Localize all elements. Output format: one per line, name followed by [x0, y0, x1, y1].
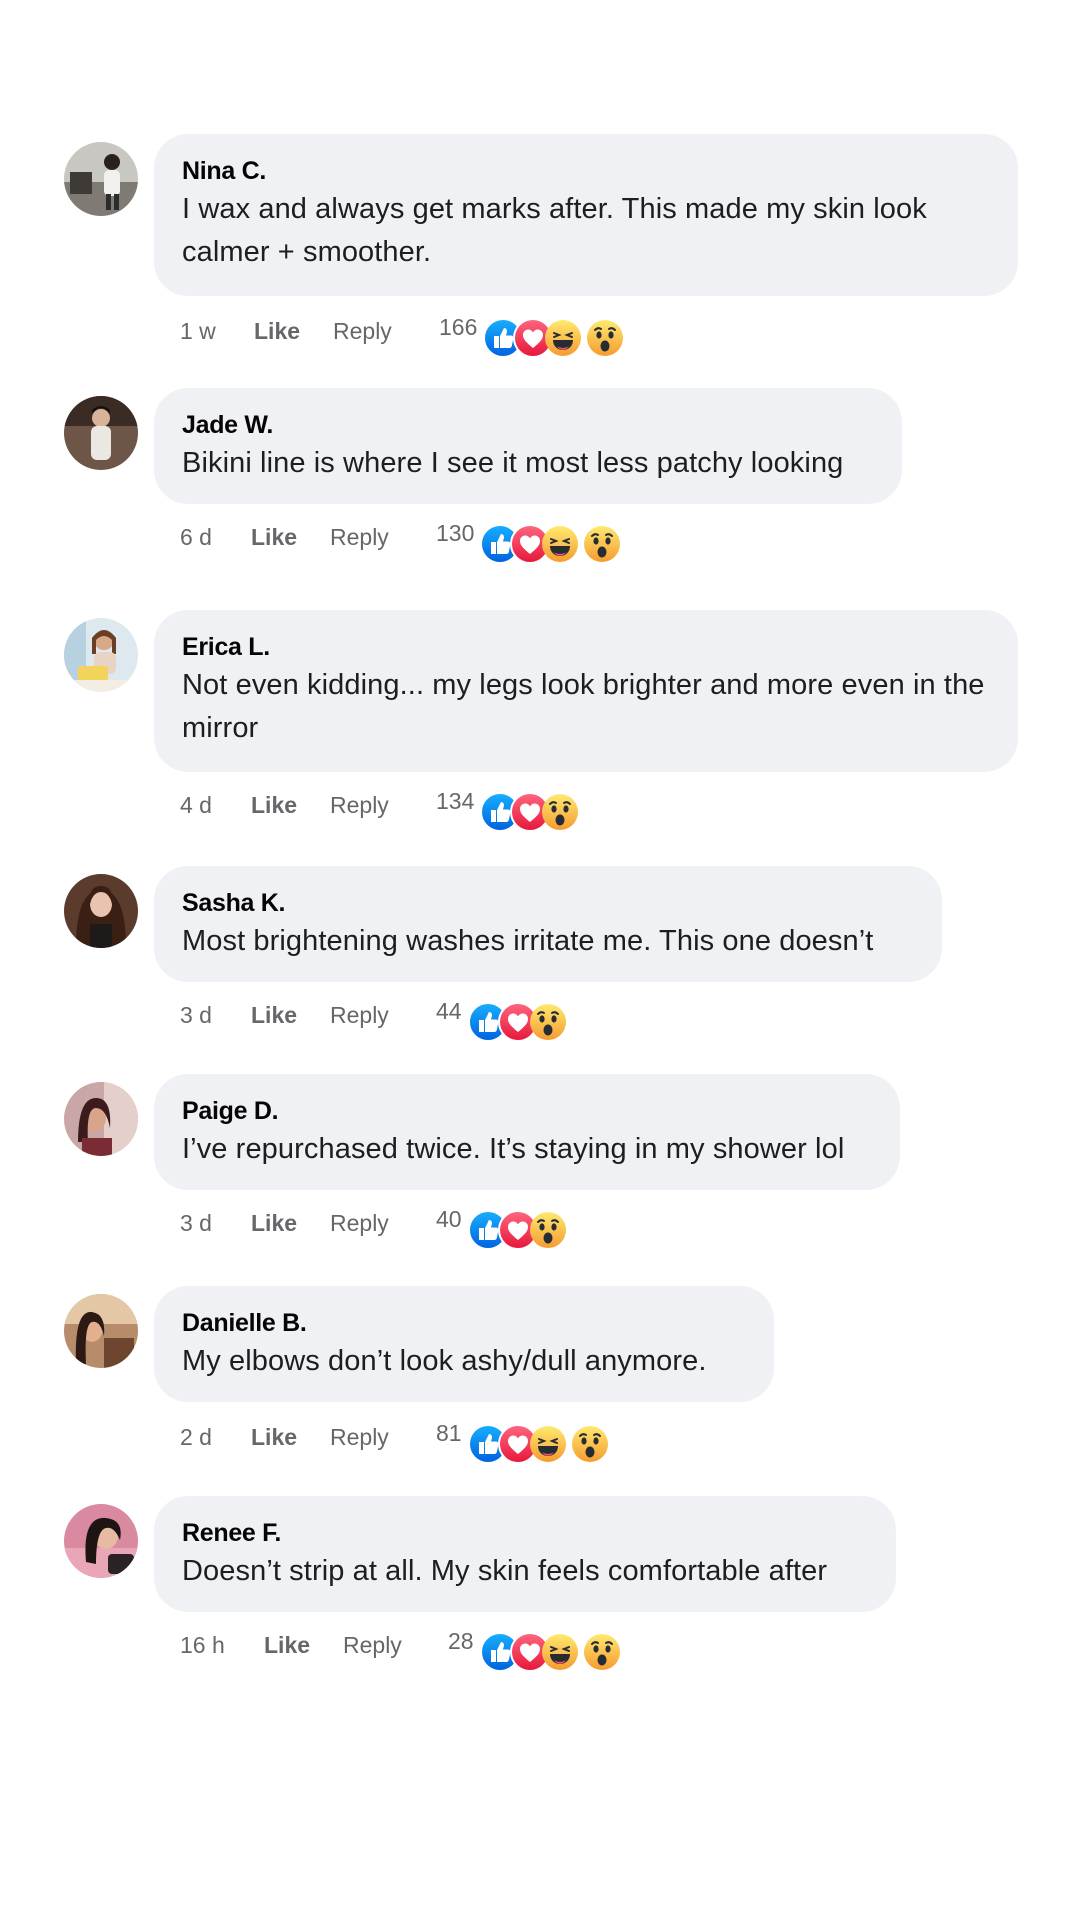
reaction-summary[interactable]: 166 — [439, 310, 639, 358]
comment-bubble: Renee F. Doesn’t strip at all. My skin f… — [154, 1496, 896, 1612]
comment-author[interactable]: Sasha K. — [182, 888, 912, 918]
comment-timestamp[interactable]: 1 w — [180, 318, 216, 345]
comment-text: Doesn’t strip at all. My skin feels comf… — [182, 1555, 828, 1587]
reply-link[interactable]: Reply — [330, 792, 389, 819]
comment-list: Nina C. I wax and always get marks after… — [0, 0, 1080, 1920]
wow-icon — [540, 792, 580, 832]
comment-actions: 6 d Like Reply 130 — [180, 516, 640, 564]
comment-text: I’ve repurchased twice. It’s staying in … — [182, 1133, 845, 1165]
comment-actions: 16 h Like Reply 28 — [180, 1624, 650, 1672]
reaction-summary[interactable]: 28 — [448, 1624, 648, 1672]
like-link[interactable]: Like — [251, 524, 297, 551]
wow-icon — [570, 1424, 610, 1464]
haha-icon — [543, 318, 583, 358]
comment-timestamp[interactable]: 3 d — [180, 1002, 212, 1029]
comment-author[interactable]: Renee F. — [182, 1518, 866, 1548]
comment-author[interactable]: Nina C. — [182, 156, 988, 186]
comment-actions: 4 d Like Reply 134 — [180, 784, 600, 832]
avatar[interactable] — [64, 618, 138, 692]
comment-bubble: Sasha K. Most brightening washes irritat… — [154, 866, 942, 982]
like-link[interactable]: Like — [251, 1424, 297, 1451]
comment-timestamp[interactable]: 2 d — [180, 1424, 212, 1451]
wow-icon — [528, 1002, 568, 1042]
wow-icon — [585, 318, 625, 358]
reaction-count: 44 — [436, 998, 462, 1024]
comment-text: Most brightening washes irritate me. Thi… — [182, 925, 874, 957]
comment-text: Not even kidding... my legs look brighte… — [182, 669, 985, 744]
wow-icon — [528, 1210, 568, 1250]
like-link[interactable]: Like — [264, 1632, 310, 1659]
comment-bubble: Paige D. I’ve repurchased twice. It’s st… — [154, 1074, 900, 1190]
like-link[interactable]: Like — [251, 792, 297, 819]
reaction-count: 40 — [436, 1206, 462, 1232]
comment-text: My elbows don’t look ashy/dull anymore. — [182, 1345, 707, 1377]
haha-icon — [540, 524, 580, 564]
reaction-count: 166 — [439, 314, 478, 340]
like-link[interactable]: Like — [254, 318, 300, 345]
comment-bubble: Erica L. Not even kidding... my legs loo… — [154, 610, 1018, 772]
comment-bubble: Danielle B. My elbows don’t look ashy/du… — [154, 1286, 774, 1402]
comment-timestamp[interactable]: 16 h — [180, 1632, 225, 1659]
haha-icon — [528, 1424, 568, 1464]
reply-link[interactable]: Reply — [333, 318, 392, 345]
comment-author[interactable]: Jade W. — [182, 410, 872, 440]
comment-actions: 1 w Like Reply 166 — [180, 310, 640, 358]
comment-timestamp[interactable]: 6 d — [180, 524, 212, 551]
comment-timestamp[interactable]: 4 d — [180, 792, 212, 819]
avatar[interactable] — [64, 1504, 138, 1578]
comment-bubble: Nina C. I wax and always get marks after… — [154, 134, 1018, 296]
reply-link[interactable]: Reply — [330, 524, 389, 551]
avatar[interactable] — [64, 1082, 138, 1156]
reply-link[interactable]: Reply — [330, 1002, 389, 1029]
reaction-count: 81 — [436, 1420, 462, 1446]
comment-timestamp[interactable]: 3 d — [180, 1210, 212, 1237]
avatar[interactable] — [64, 874, 138, 948]
comment-actions: 2 d Like Reply 81 — [180, 1416, 640, 1464]
comment-actions: 3 d Like Reply 44 — [180, 994, 600, 1042]
comment-author[interactable]: Erica L. — [182, 632, 988, 662]
reaction-summary[interactable]: 134 — [436, 784, 596, 832]
reaction-count: 28 — [448, 1628, 474, 1654]
comment-bubble: Jade W. Bikini line is where I see it mo… — [154, 388, 902, 504]
reaction-count: 130 — [436, 520, 475, 546]
haha-icon — [540, 1632, 580, 1672]
like-link[interactable]: Like — [251, 1002, 297, 1029]
reaction-summary[interactable]: 81 — [436, 1416, 636, 1464]
comment-actions: 3 d Like Reply 40 — [180, 1202, 600, 1250]
reaction-summary[interactable]: 40 — [436, 1202, 586, 1250]
avatar[interactable] — [64, 396, 138, 470]
comment-text: Bikini line is where I see it most less … — [182, 447, 844, 479]
wow-icon — [582, 1632, 622, 1672]
reply-link[interactable]: Reply — [343, 1632, 402, 1659]
comment-text: I wax and always get marks after. This m… — [182, 193, 927, 268]
avatar[interactable] — [64, 142, 138, 216]
avatar[interactable] — [64, 1294, 138, 1368]
reply-link[interactable]: Reply — [330, 1424, 389, 1451]
reaction-count: 134 — [436, 788, 475, 814]
reply-link[interactable]: Reply — [330, 1210, 389, 1237]
wow-icon — [582, 524, 622, 564]
comment-author[interactable]: Paige D. — [182, 1096, 870, 1126]
like-link[interactable]: Like — [251, 1210, 297, 1237]
comment-author[interactable]: Danielle B. — [182, 1308, 744, 1338]
reaction-summary[interactable]: 44 — [436, 994, 586, 1042]
reaction-summary[interactable]: 130 — [436, 516, 636, 564]
